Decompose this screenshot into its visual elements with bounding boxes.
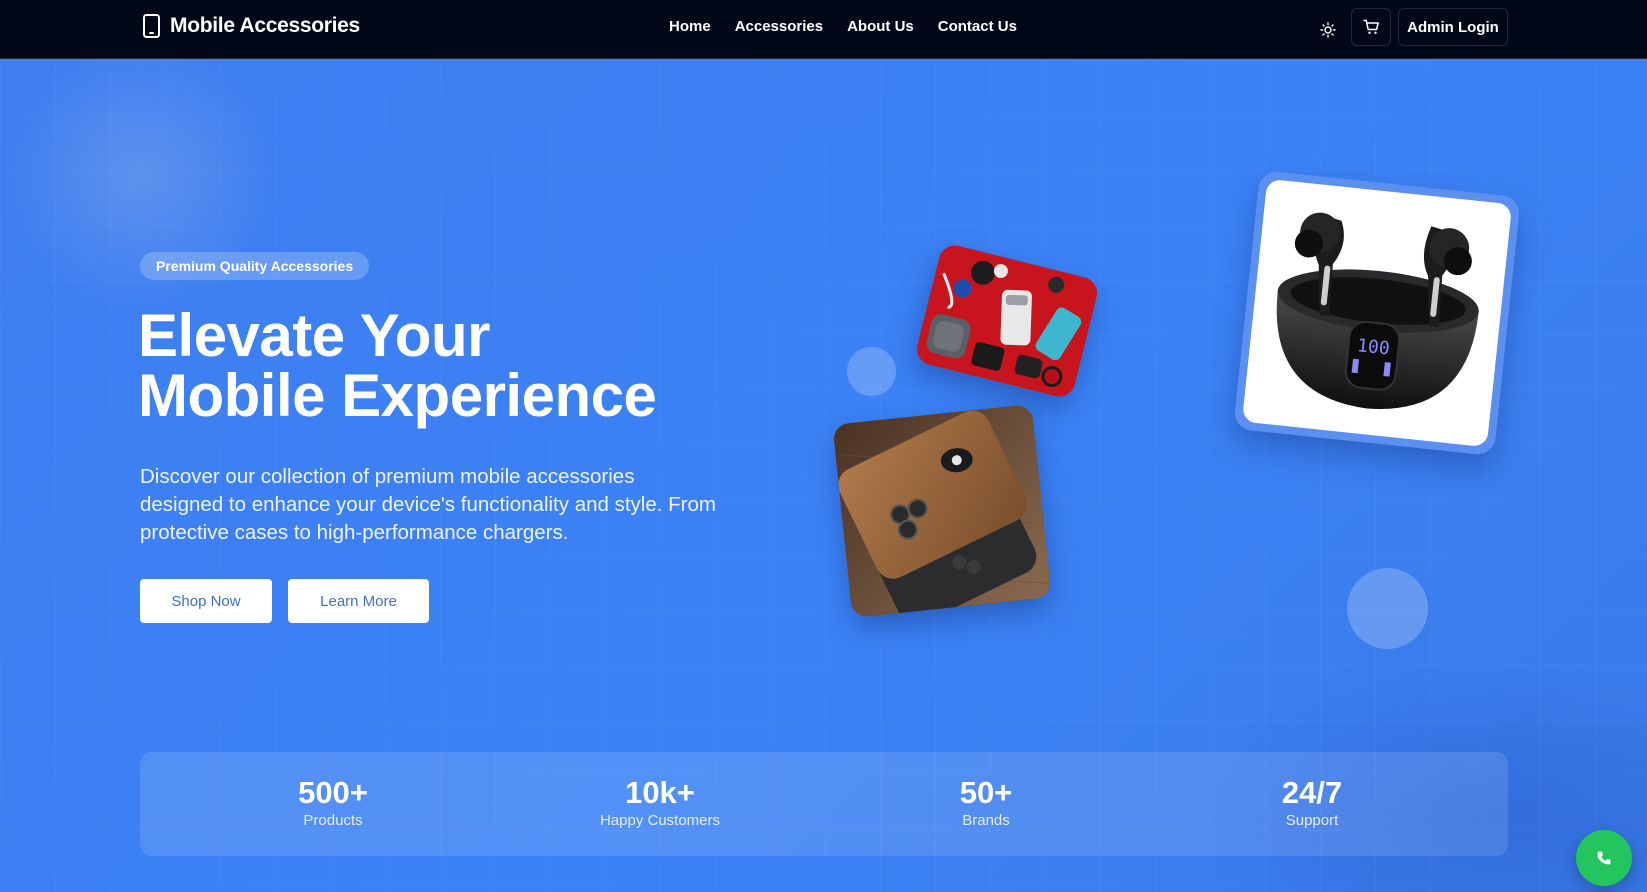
leather-phone-case-image (832, 404, 1052, 618)
brand-logo[interactable]: Mobile Accessories (142, 14, 360, 38)
stat-value: 500+ (298, 775, 368, 810)
stat-label: Support (1285, 812, 1339, 829)
stat-happy-customers: 10k+ Happy Customers (560, 775, 760, 830)
stat-value: 50+ (959, 775, 1013, 810)
admin-login-button[interactable]: Admin Login (1398, 8, 1508, 46)
nav-link-accessories[interactable]: Accessories (735, 18, 823, 35)
stat-products: 500+ Products (233, 775, 433, 830)
stat-label: Brands (962, 812, 1010, 829)
decorative-circle (1347, 568, 1428, 649)
call-button[interactable] (1576, 830, 1632, 886)
stat-brands: 50+ Brands (886, 775, 1086, 830)
shopping-cart-icon (1362, 19, 1379, 34)
hero-headline: Elevate Your Mobile Experience (138, 302, 657, 429)
stats-bar: 500+ Products 10k+ Happy Customers 50+ B… (140, 752, 1508, 856)
shop-now-button[interactable]: Shop Now (140, 579, 272, 623)
decorative-circle (847, 347, 896, 396)
nav-link-contact-us[interactable]: Contact Us (938, 18, 1017, 35)
hero-description: Discover our collection of premium mobil… (140, 465, 716, 544)
phone-icon (1597, 851, 1611, 865)
nav-link-about-us[interactable]: About Us (847, 18, 914, 35)
headline-line-2: Mobile Experience (138, 362, 657, 429)
stat-value: 24/7 (1281, 775, 1343, 810)
sun-icon (1320, 22, 1336, 38)
svg-text:100: 100 (1356, 335, 1391, 359)
wireless-earbuds-image: 100 (1241, 178, 1513, 448)
theme-toggle-button[interactable] (1311, 13, 1345, 47)
stat-label: Happy Customers (599, 812, 721, 829)
stat-label: Products (303, 812, 363, 829)
cart-button[interactable] (1351, 8, 1391, 46)
hero-section: Premium Quality Accessories Elevate Your… (0, 60, 1647, 892)
stat-value: 10k+ (625, 775, 695, 810)
smartphone-icon (143, 14, 160, 38)
navbar: Mobile Accessories Home Accessories Abou… (0, 0, 1647, 59)
headline-line-1: Elevate Your (138, 302, 490, 369)
hero-badge: Premium Quality Accessories (140, 252, 370, 280)
main-nav: Home Accessories About Us Contact Us (669, 18, 1017, 35)
stat-support: 24/7 Support (1212, 775, 1412, 830)
brand-name: Mobile Accessories (170, 14, 360, 37)
nav-link-home[interactable]: Home (669, 18, 711, 35)
learn-more-button[interactable]: Learn More (288, 579, 429, 623)
earbuds-image-frame: 100 (1233, 170, 1521, 456)
